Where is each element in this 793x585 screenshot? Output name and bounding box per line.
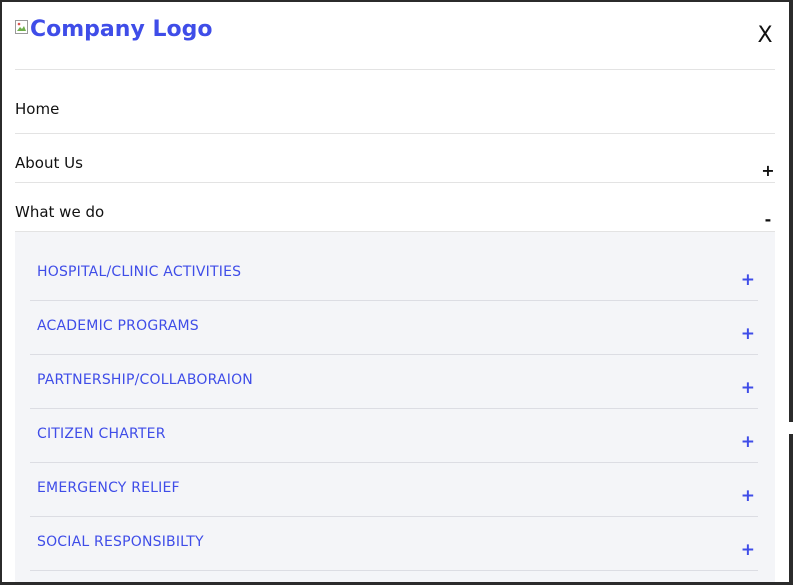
main-nav: Home About Us + What we do - <box>15 70 775 232</box>
submenu-item-label: PARTNERSHIP/COLLABORAION <box>37 372 253 388</box>
mobile-menu-panel: Company Logo X Home About Us + What we d… <box>0 0 793 585</box>
submenu-item-label: ACADEMIC PROGRAMS <box>37 318 199 334</box>
plus-icon[interactable]: + <box>741 433 755 451</box>
submenu-item-citizen-charter[interactable]: CITIZEN CHARTER + <box>30 409 758 463</box>
submenu-item-label: EMERGENCY RELIEF <box>37 480 180 496</box>
submenu-item-social-responsibility[interactable]: SOCIAL RESPONSIBILTY + <box>30 517 758 571</box>
plus-icon[interactable]: + <box>741 541 755 559</box>
nav-item-label: About Us <box>15 154 83 172</box>
broken-image-icon <box>15 20 29 34</box>
plus-icon[interactable]: + <box>741 379 755 397</box>
close-button[interactable]: X <box>755 24 775 48</box>
nav-item-label: What we do <box>15 203 105 221</box>
minus-icon[interactable]: - <box>761 211 775 229</box>
nav-item-home[interactable]: Home <box>15 70 775 134</box>
plus-icon[interactable]: + <box>741 487 755 505</box>
logo-alt-text: Company Logo <box>30 17 213 42</box>
company-logo[interactable]: Company Logo <box>15 18 212 42</box>
submenu-item-hospital-clinic-activities[interactable]: HOSPITAL/CLINIC ACTIVITIES + <box>30 232 758 301</box>
close-icon: X <box>757 23 773 48</box>
what-we-do-submenu: HOSPITAL/CLINIC ACTIVITIES + ACADEMIC PR… <box>15 232 775 582</box>
window-edge <box>789 2 793 422</box>
nav-item-about-us[interactable]: About Us + <box>15 134 775 183</box>
plus-icon[interactable]: + <box>741 271 755 289</box>
submenu-item-academic-programs[interactable]: ACADEMIC PROGRAMS + <box>30 301 758 355</box>
window-edge-lower <box>789 434 793 582</box>
plus-icon[interactable]: + <box>741 325 755 343</box>
submenu-item-partnership-collaboration[interactable]: PARTNERSHIP/COLLABORAION + <box>30 355 758 409</box>
plus-icon[interactable]: + <box>761 162 775 180</box>
submenu-item-label: CITIZEN CHARTER <box>37 426 166 442</box>
submenu-item-emergency-relief[interactable]: EMERGENCY RELIEF + <box>30 463 758 517</box>
submenu-item-label: SOCIAL RESPONSIBILTY <box>37 534 204 550</box>
submenu-item-label: HOSPITAL/CLINIC ACTIVITIES <box>37 264 242 280</box>
nav-item-label: Home <box>15 100 60 118</box>
menu-header: Company Logo X <box>15 2 775 70</box>
nav-item-what-we-do[interactable]: What we do - <box>15 183 775 232</box>
